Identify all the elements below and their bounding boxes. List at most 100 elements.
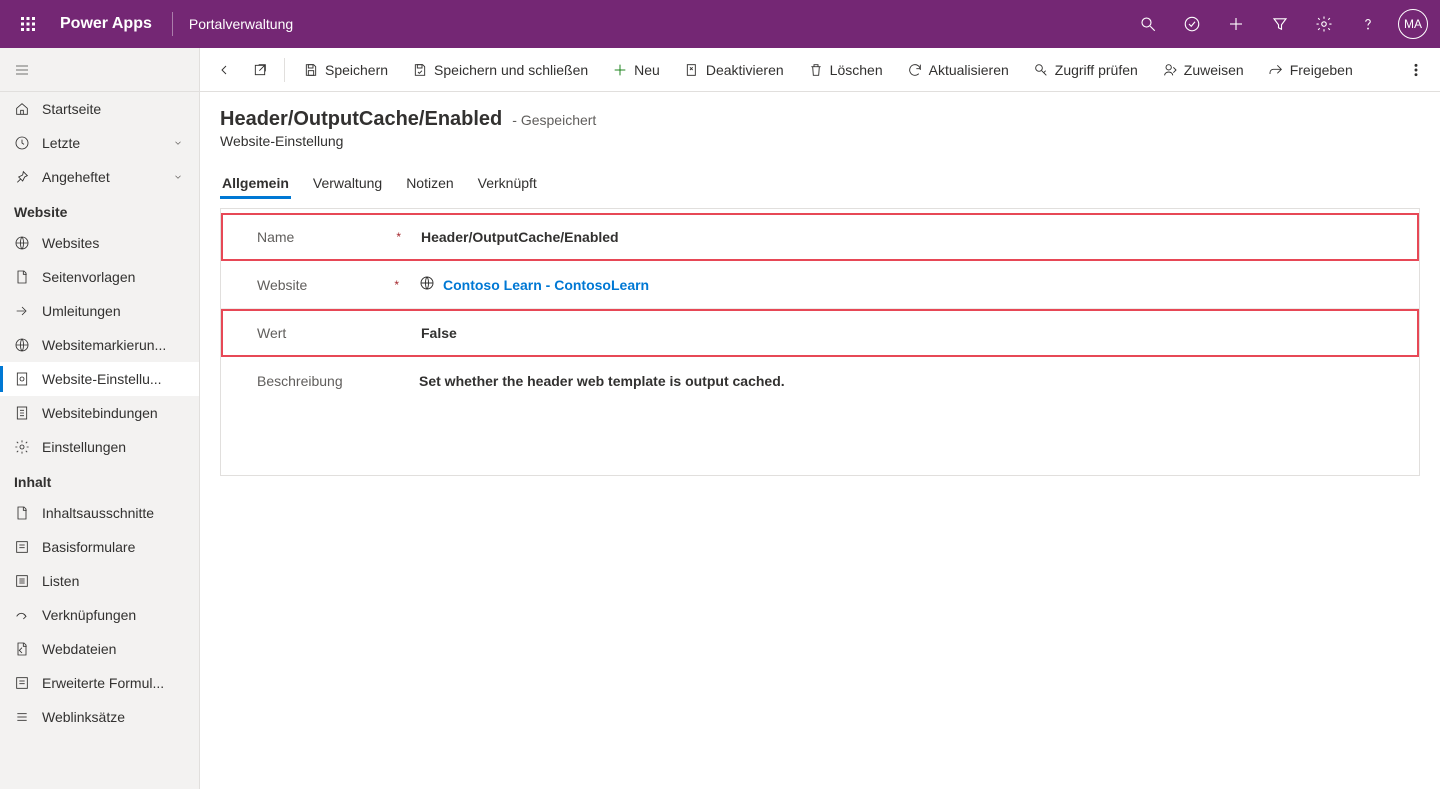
field-website-row: Website* Contoso Learn - ContosoLearn (221, 261, 1419, 309)
task-icon[interactable] (1172, 0, 1212, 48)
links-icon (14, 709, 30, 725)
portal-label: Portalverwaltung (181, 16, 301, 32)
home-icon (14, 101, 30, 117)
record-title: Header/OutputCache/Enabled (220, 108, 502, 131)
sidebar-item[interactable]: Listen (0, 564, 199, 598)
sidebar-item[interactable]: Websites (0, 226, 199, 260)
sidebar-item-label: Websitebindungen (42, 405, 185, 421)
back-button[interactable] (208, 54, 240, 86)
sidebar-item-label: Weblinksätze (42, 709, 185, 725)
filter-icon[interactable] (1260, 0, 1300, 48)
sidebar-item[interactable]: Verknüpfungen (0, 598, 199, 632)
sidebar-item[interactable]: Basisformulare (0, 530, 199, 564)
save-close-label: Speichern und schließen (434, 62, 588, 78)
form-icon (14, 675, 30, 691)
cmd-divider (284, 58, 285, 82)
sidebar-item[interactable]: Erweiterte Formul... (0, 666, 199, 700)
check-access-button[interactable]: Zugriff prüfen (1023, 54, 1148, 86)
main-area: Speichern Speichern und schließen Neu De… (200, 48, 1440, 789)
refresh-button[interactable]: Aktualisieren (897, 54, 1019, 86)
sidebar-item-label: Angeheftet (42, 169, 161, 185)
sidebar-item-label: Basisformulare (42, 539, 185, 555)
globe-icon (419, 275, 435, 294)
tab-general[interactable]: Allgemein (220, 169, 291, 199)
field-description-row: Beschreibung Set whether the header web … (221, 357, 1419, 405)
new-label: Neu (634, 62, 660, 78)
help-icon[interactable] (1348, 0, 1388, 48)
settings-icon[interactable] (1304, 0, 1344, 48)
sidebar-item-label: Erweiterte Formul... (42, 675, 185, 691)
form-icon (14, 539, 30, 555)
nav-scroll: Startseite Letzte Angeheftet Website Websit… (0, 92, 199, 789)
field-value-value[interactable]: False (409, 317, 1401, 349)
form-card: Name* Header/OutputCache/Enabled Website… (220, 208, 1420, 476)
save-button[interactable]: Speichern (293, 54, 398, 86)
list-icon (14, 573, 30, 589)
tab-administration[interactable]: Verwaltung (311, 169, 384, 199)
refresh-label: Aktualisieren (929, 62, 1009, 78)
save-label: Speichern (325, 62, 388, 78)
sidebar-item[interactable]: Weblinksätze (0, 700, 199, 734)
field-name-value[interactable]: Header/OutputCache/Enabled (409, 221, 1401, 253)
field-website-value[interactable]: Contoso Learn - ContosoLearn (407, 267, 1403, 302)
sidebar-item-label: Websites (42, 235, 185, 251)
sidebar-item-letzte[interactable]: Letzte (0, 126, 199, 160)
record-entity: Website-Einstellung (220, 133, 1420, 149)
tab-related[interactable]: Verknüpft (476, 169, 539, 199)
sidebar-item-angeheftet[interactable]: Angeheftet (0, 160, 199, 194)
website-link-text: Contoso Learn - ContosoLearn (443, 277, 649, 293)
delete-button[interactable]: Löschen (798, 54, 893, 86)
page-icon (14, 269, 30, 285)
hamburger-icon[interactable] (0, 48, 199, 92)
sidebar-item[interactable]: Umleitungen (0, 294, 199, 328)
clock-icon (14, 135, 30, 151)
content-area: Header/OutputCache/Enabled - Gespeichert… (200, 92, 1440, 789)
new-button[interactable]: Neu (602, 54, 670, 86)
tabs: Allgemein Verwaltung Notizen Verknüpft (220, 169, 1420, 200)
globe-icon (14, 337, 30, 353)
gear-icon (14, 439, 30, 455)
save-close-button[interactable]: Speichern und schließen (402, 54, 598, 86)
sidebar-item[interactable]: Seitenvorlagen (0, 260, 199, 294)
command-bar: Speichern Speichern und schließen Neu De… (200, 48, 1440, 92)
globe-icon (14, 235, 30, 251)
field-value-row: Wert False (221, 309, 1419, 357)
search-icon[interactable] (1128, 0, 1168, 48)
sidebar-item-label: Letzte (42, 135, 161, 151)
tab-notes[interactable]: Notizen (404, 169, 455, 199)
sidebar-group-website: Website (0, 194, 199, 226)
topbar-icons: MA (1128, 0, 1432, 48)
open-new-button[interactable] (244, 54, 276, 86)
check-access-label: Zugriff prüfen (1055, 62, 1138, 78)
field-description-label: Beschreibung (257, 373, 343, 389)
chevron-down-icon (173, 169, 185, 185)
sidebar-group-inhalt: Inhalt (0, 464, 199, 496)
sidebar-item-label: Listen (42, 573, 185, 589)
sidebar-item-label: Umleitungen (42, 303, 185, 319)
brand-label: Power Apps (48, 15, 164, 33)
assign-button[interactable]: Zuweisen (1152, 54, 1254, 86)
assign-label: Zuweisen (1184, 62, 1244, 78)
sidebar-item-startseite[interactable]: Startseite (0, 92, 199, 126)
sidebar-item-label: Seitenvorlagen (42, 269, 185, 285)
sidebar-item[interactable]: Einstellungen (0, 430, 199, 464)
share-button[interactable]: Freigeben (1258, 54, 1363, 86)
sidebar-item[interactable]: Webdateien (0, 632, 199, 666)
field-value-label: Wert (257, 325, 286, 341)
field-description-value[interactable]: Set whether the header web template is o… (407, 365, 1403, 397)
user-avatar[interactable]: MA (1398, 9, 1428, 39)
field-website-label: Website (257, 277, 307, 293)
sidebar-item[interactable]: Inhaltsausschnitte (0, 496, 199, 530)
app-launcher[interactable] (8, 0, 48, 48)
sidebar-item[interactable]: Websitemarkierun... (0, 328, 199, 362)
sidebar-item-label: Verknüpfungen (42, 607, 185, 623)
sidebar-item[interactable]: Websitebindungen (0, 396, 199, 430)
overflow-button[interactable] (1400, 54, 1432, 86)
sidebar-item-label: Website-Einstellu... (42, 371, 185, 387)
field-name-label: Name (257, 229, 294, 245)
deactivate-button[interactable]: Deaktivieren (674, 54, 794, 86)
topbar-divider (172, 12, 173, 36)
sidebar: Startseite Letzte Angeheftet Website Websit… (0, 48, 200, 789)
sidebar-item[interactable]: Website-Einstellu... (0, 362, 199, 396)
add-icon[interactable] (1216, 0, 1256, 48)
